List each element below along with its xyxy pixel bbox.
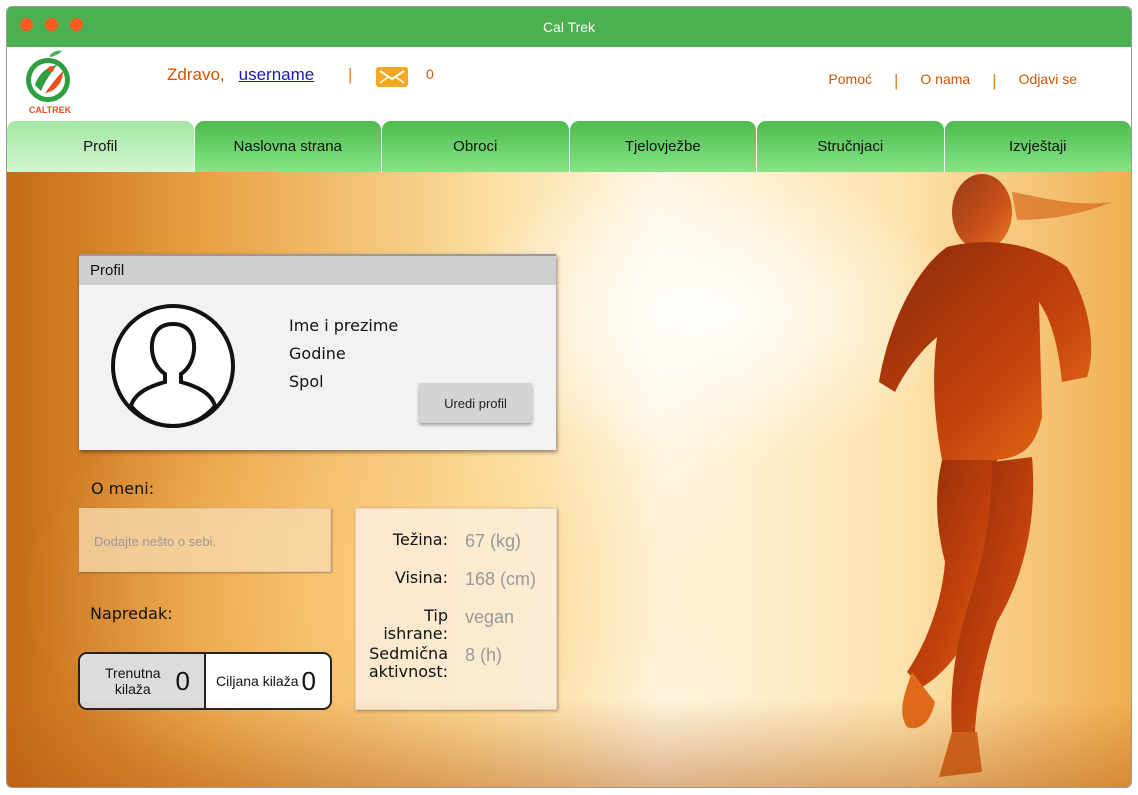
stat-diet-label: Tip ishrane: (383, 606, 448, 643)
greeting-text: Zdravo, (167, 65, 225, 84)
stats-panel: Težina: 67 (kg) Visina: 168 (cm) Tip ish… (355, 508, 557, 710)
current-weight-label: Trenutna kilaža (105, 665, 161, 697)
caltrek-logo[interactable]: CALTREK (21, 49, 79, 117)
stat-weight-value: 67 (kg) (465, 531, 522, 551)
profile-panel-title: Profil (79, 254, 556, 285)
stat-row-diet: Tip ishrane: vegan (356, 607, 556, 643)
profile-panel: Profil Ime i prezime Godine Spol Uredi p… (79, 254, 556, 450)
title-bar: Cal Trek (7, 7, 1131, 47)
content-area: Profil Ime i prezime Godine Spol Uredi p… (7, 172, 1131, 787)
header-separator: | (348, 65, 353, 84)
tab-obroci[interactable]: Obroci (382, 121, 569, 172)
stat-height-label: Visina: (394, 568, 448, 587)
stat-activity-value: 8 (h) (465, 645, 503, 665)
runner-background-image (879, 174, 1112, 777)
stat-row-weight: Težina: 67 (kg) (356, 531, 556, 552)
tab-strucnjaci[interactable]: Stručnjaci (757, 121, 944, 172)
username-link[interactable]: username (239, 65, 315, 85)
user-avatar-icon[interactable] (109, 302, 237, 430)
about-us-link[interactable]: O nama (920, 71, 970, 91)
current-weight-value: 0 (175, 665, 190, 696)
profile-fields: Ime i prezime Godine Spol (289, 316, 398, 400)
help-link[interactable]: Pomoć (828, 71, 872, 91)
stat-row-height: Visina: 168 (cm) (356, 569, 556, 590)
full-name-field: Ime i prezime (289, 316, 399, 335)
tab-naslovna-strana[interactable]: Naslovna strana (194, 121, 381, 172)
current-weight-cell: Trenutna kilaža 0 (80, 654, 206, 708)
stat-diet-value: vegan (465, 607, 515, 627)
progress-label: Napredak: (90, 604, 173, 623)
header-links: Pomoć | O nama | Odjavi se (828, 71, 1077, 91)
stat-height-value: 168 (cm) (465, 569, 537, 589)
target-weight-value: 0 (301, 665, 316, 696)
close-window-button[interactable] (20, 18, 33, 31)
logout-link[interactable]: Odjavi se (1019, 71, 1077, 91)
stat-weight-label: Težina: (392, 530, 448, 549)
maximize-window-button[interactable] (70, 18, 83, 31)
header-links-separator: | (893, 71, 899, 90)
main-tabs: Profil Naslovna strana Obroci Tjelovježb… (7, 121, 1131, 172)
stat-activity-label: Sedmična aktivnost: (368, 644, 448, 681)
edit-profile-button[interactable]: Uredi profil (419, 383, 532, 423)
header-links-separator: | (992, 71, 997, 90)
tab-profil[interactable]: Profil (7, 121, 194, 172)
greeting: Zdravo, username (167, 65, 314, 85)
about-me-label: O meni: (91, 479, 155, 498)
target-weight-cell: Ciljana kilaža 0 (206, 654, 330, 708)
logo-text: CALTREK (29, 105, 72, 115)
about-me-input[interactable]: Dodajte nešto o sebi. (79, 508, 331, 572)
gender-field: Spol (289, 372, 324, 391)
weight-progress: Trenutna kilaža 0 Ciljana kilaža 0 (78, 652, 332, 710)
age-field: Godine (289, 344, 346, 363)
minimize-window-button[interactable] (45, 18, 58, 31)
target-weight-label: Ciljana kilaža (216, 673, 299, 689)
app-window: Cal Trek CALTREK Zdravo, username | 0 Po… (6, 6, 1132, 788)
mail-icon[interactable] (376, 67, 408, 87)
tab-tjelovjezbe[interactable]: Tjelovježbe (569, 121, 756, 172)
stat-row-activity: Sedmična aktivnost: 8 (h) (356, 645, 556, 681)
message-count: 0 (426, 66, 434, 82)
tab-izvjestaji[interactable]: Izvještaji (944, 121, 1131, 172)
window-controls (20, 18, 83, 31)
header: CALTREK Zdravo, username | 0 Pomoć | O n… (7, 47, 1131, 121)
window-title: Cal Trek (542, 19, 596, 35)
